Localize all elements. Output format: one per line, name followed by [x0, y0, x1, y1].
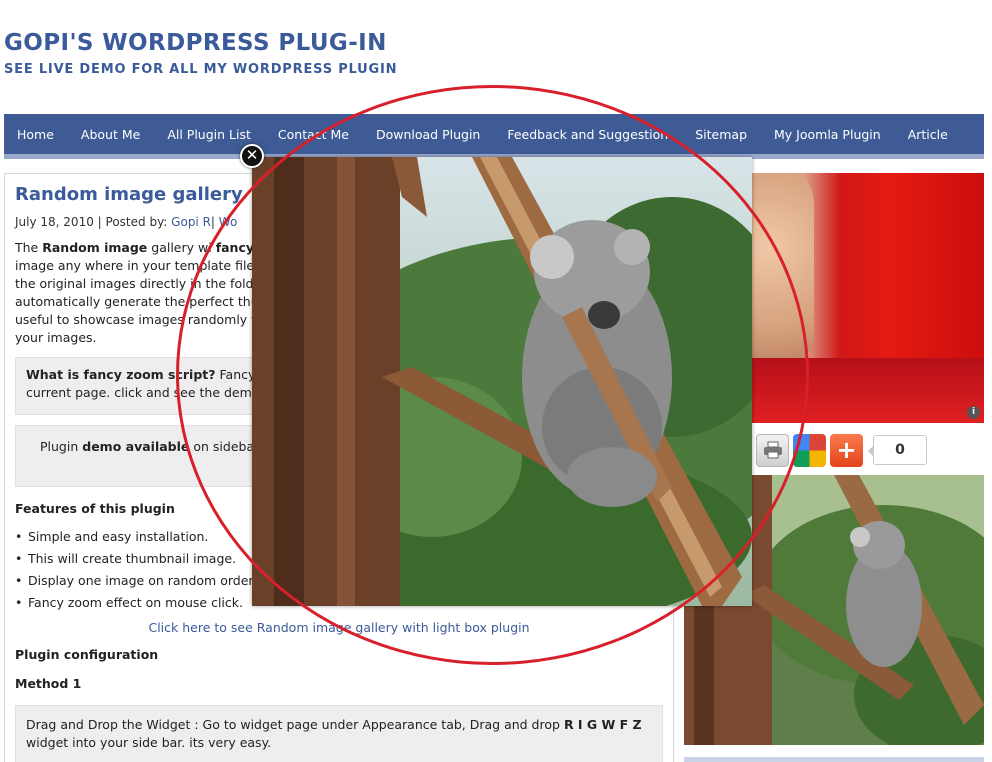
- nav-item-contact-me[interactable]: Contact Me: [278, 127, 349, 142]
- config-heading: Plugin configuration: [15, 647, 159, 662]
- printer-icon: [763, 441, 782, 459]
- post-date: July 18, 2010: [15, 215, 94, 229]
- ad-cloth-image: [752, 358, 984, 423]
- site-title[interactable]: GOPI'S WORDPRESS PLUG-IN: [4, 30, 387, 56]
- post-category-link[interactable]: Wo: [219, 215, 238, 229]
- add-share-icon[interactable]: +: [830, 433, 863, 467]
- nav-item-all-plugin-list[interactable]: All Plugin List: [167, 127, 251, 142]
- post-author-link[interactable]: Gopi R: [171, 215, 211, 229]
- method-box: Drag and Drop the Widget : Go to widget …: [15, 705, 663, 762]
- box-bold: R I G W F Z: [563, 717, 642, 732]
- ad-face-image: [752, 173, 814, 373]
- share-bar: + 0: [756, 433, 927, 467]
- intro-line: the original images directly in the fold: [15, 276, 254, 291]
- intro-bold: Random image: [42, 240, 148, 255]
- nav-item-article[interactable]: Article: [908, 127, 948, 142]
- nav-item-joomla-plugin[interactable]: My Joomla Plugin: [774, 127, 881, 142]
- intro-line: automatically generate the perfect thun: [15, 294, 260, 309]
- nav-item-feedback[interactable]: Feedback and Suggestion: [507, 127, 668, 142]
- box-bold: What is fancy zoom script?: [26, 367, 216, 382]
- google-bookmark-icon[interactable]: [793, 433, 826, 467]
- main-nav: Home About Me All Plugin List Contact Me…: [4, 114, 984, 159]
- nav-item-sitemap[interactable]: Sitemap: [695, 127, 747, 142]
- intro-line: useful to showcase images randomly to: [15, 312, 260, 327]
- lightbox-demo-link[interactable]: Click here to see Random image gallery w…: [15, 620, 663, 635]
- box-text: on sidebar: [193, 439, 260, 454]
- intro-line: image any where in your template files: [15, 258, 260, 273]
- sidebar-ad-banner[interactable]: i: [752, 173, 984, 423]
- intro-bold: fancy: [215, 240, 255, 255]
- posted-by-label: | Posted by:: [97, 215, 168, 229]
- ad-info-icon[interactable]: i: [967, 406, 980, 419]
- lightbox-zoomed-image[interactable]: [252, 157, 752, 606]
- print-icon[interactable]: [756, 433, 789, 467]
- box-bold: demo available: [82, 439, 190, 454]
- share-count: 0: [868, 435, 927, 465]
- intro-text: gallery wi: [151, 240, 212, 255]
- meta-separator: |: [210, 215, 215, 229]
- nav-item-home[interactable]: Home: [17, 127, 54, 142]
- nav-item-about-me[interactable]: About Me: [81, 127, 140, 142]
- site-description: SEE LIVE DEMO FOR ALL MY WORDPRESS PLUGI…: [4, 62, 398, 77]
- box-text: Fancy: [219, 367, 256, 382]
- nav-item-download-plugin[interactable]: Download Plugin: [376, 127, 480, 142]
- box-line: widget into your side bar. its very easy…: [26, 735, 272, 750]
- intro-line: your images.: [15, 330, 97, 345]
- method-heading: Method 1: [15, 676, 82, 691]
- sidebar-divider: [684, 757, 984, 762]
- lightbox-close-icon[interactable]: ✕: [240, 144, 264, 168]
- box-text: Drag and Drop the Widget : Go to widget …: [26, 717, 560, 732]
- box-text: Plugin: [40, 439, 79, 454]
- koala-photo-image: [252, 157, 752, 606]
- post-intro: The Random image gallery wi fancy image …: [15, 239, 260, 347]
- intro-text: The: [15, 240, 39, 255]
